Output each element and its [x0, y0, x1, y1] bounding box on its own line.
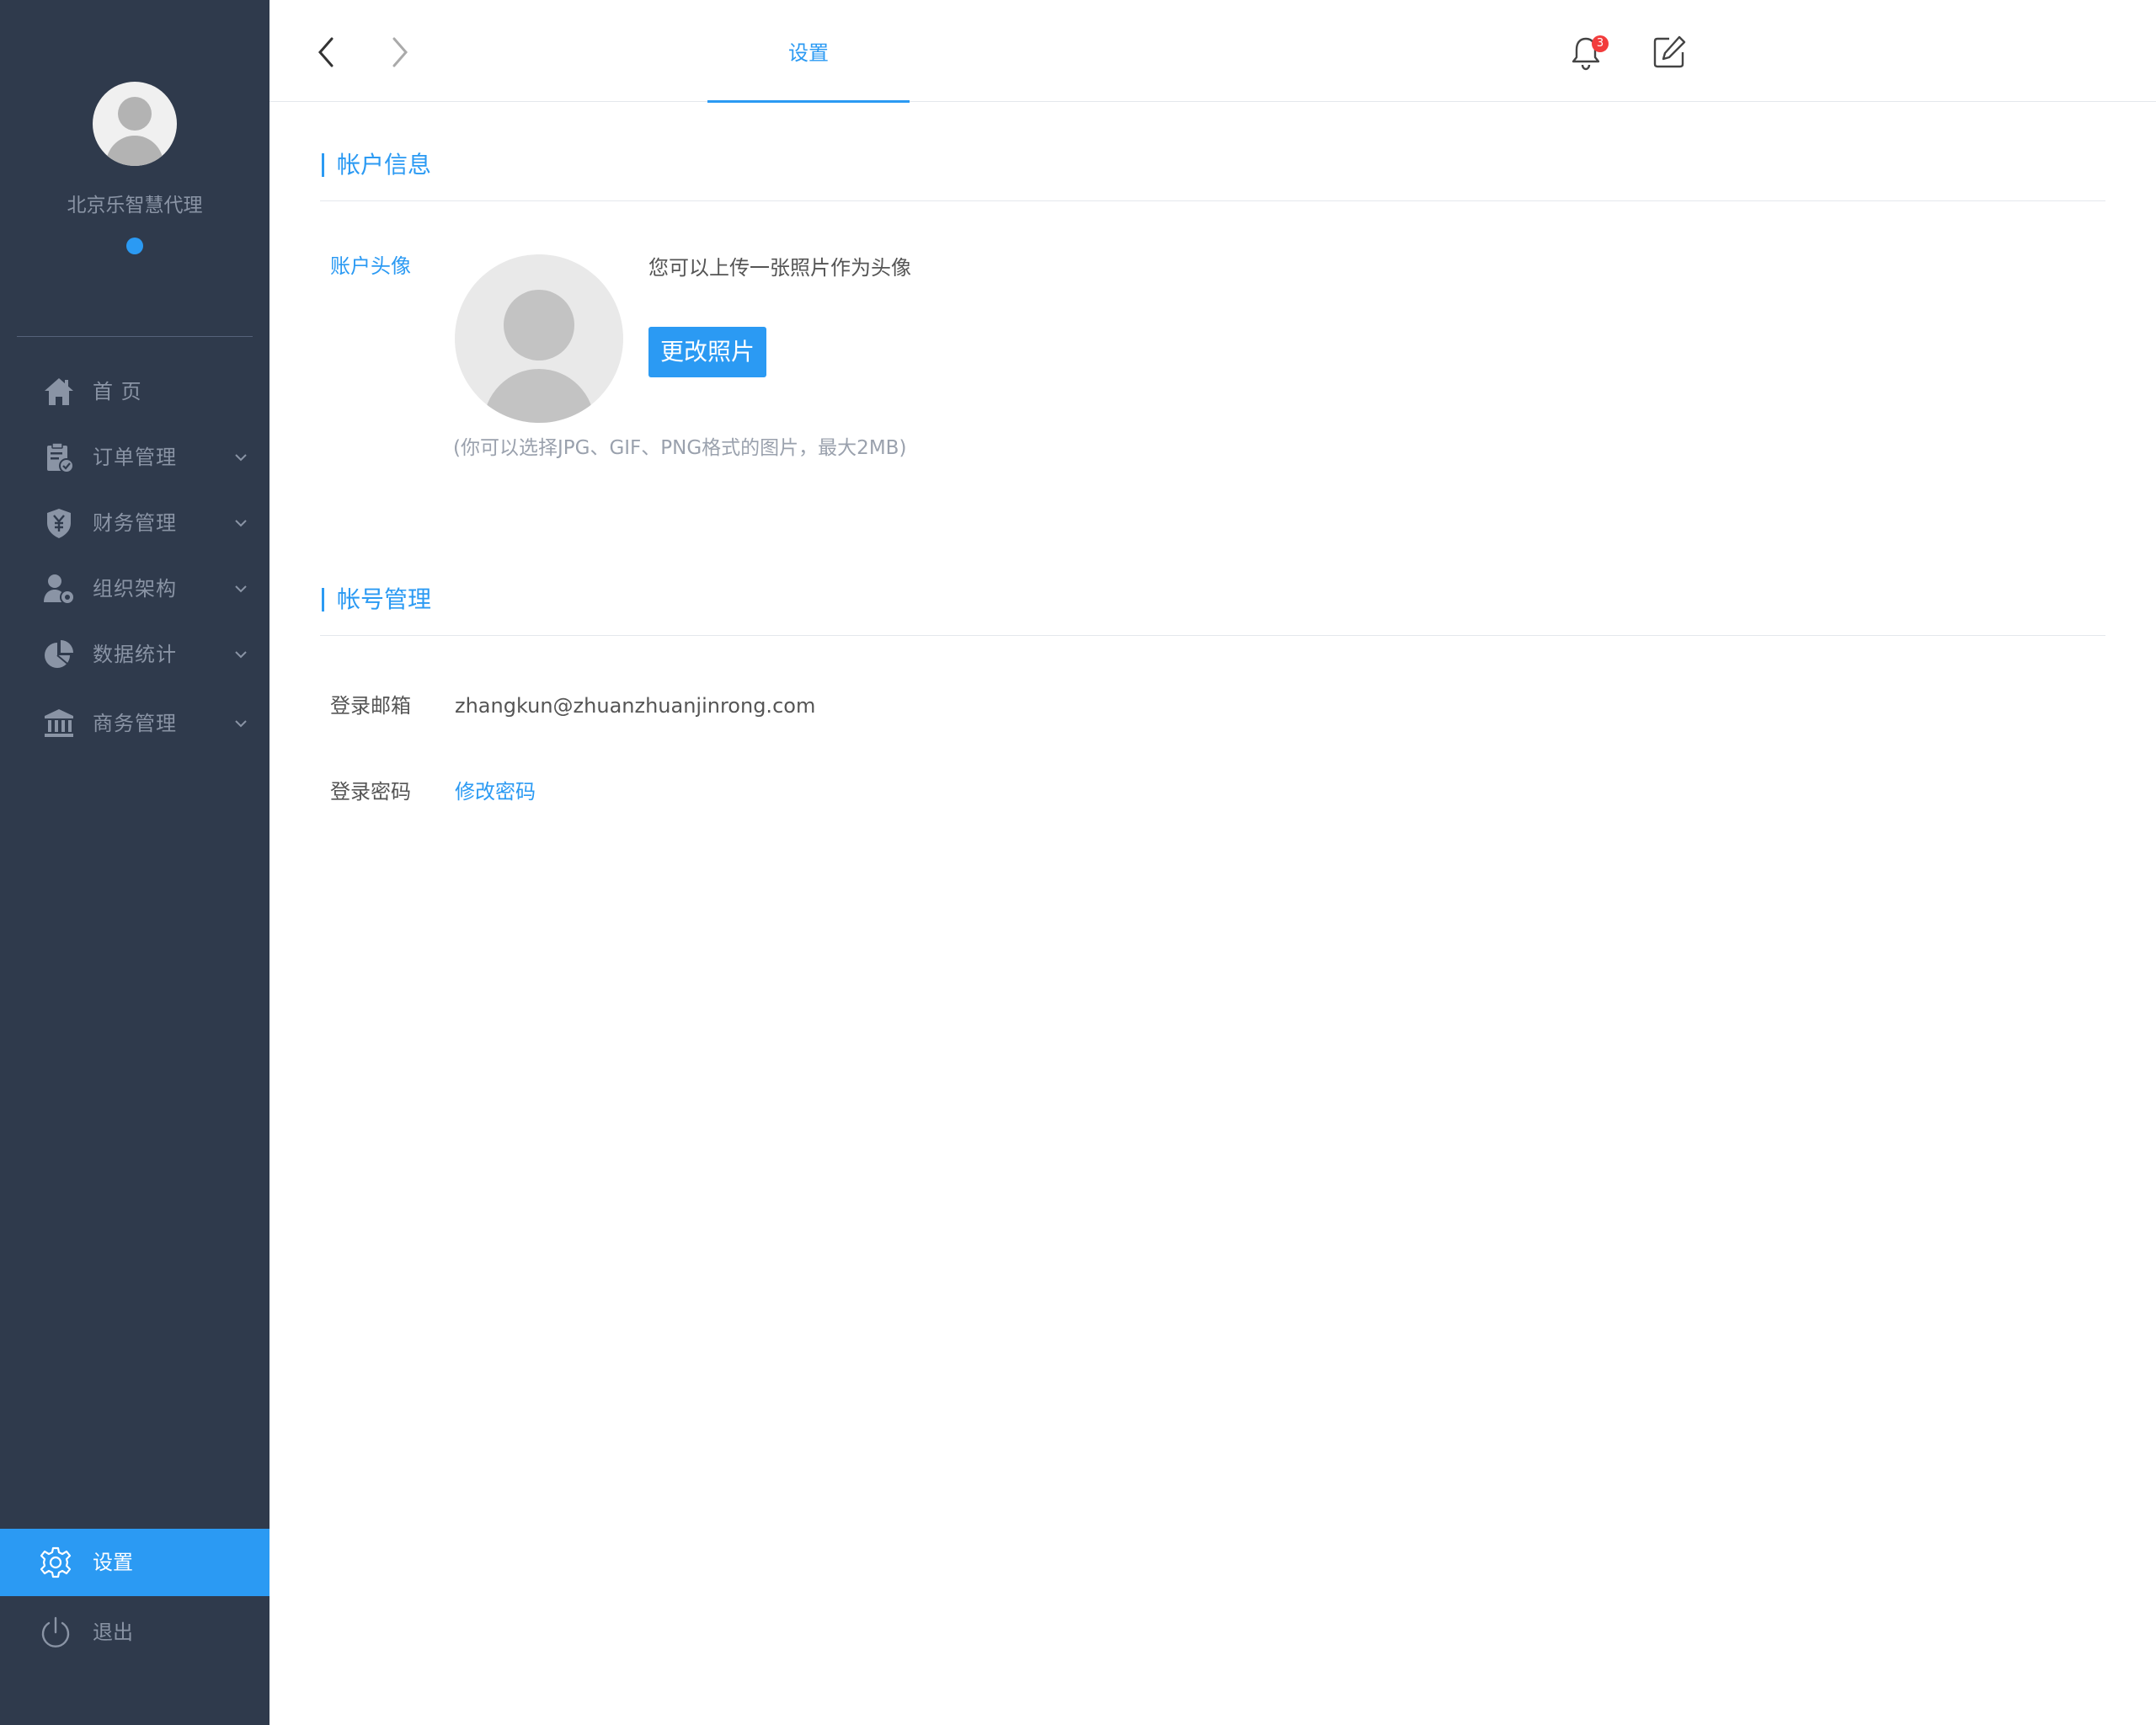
- email-value: zhangkun@zhuanzhuanjinrong.com: [455, 694, 816, 718]
- change-photo-button[interactable]: 更改照片: [648, 327, 766, 377]
- tab-label: 设置: [788, 41, 829, 65]
- gear-icon: [40, 1546, 72, 1578]
- sidebar-item-orders[interactable]: 订单管理: [0, 425, 270, 490]
- sidebar-item-label: 财务管理: [93, 511, 177, 535]
- profile-photo-head: [504, 290, 574, 360]
- avatar-head: [118, 97, 152, 131]
- sidebar-item-label: 组织架构: [93, 577, 177, 601]
- section-divider: [320, 200, 2105, 201]
- yuan-shield-icon: [47, 509, 71, 538]
- chevron-down-icon: [235, 454, 247, 462]
- bank-icon: [45, 709, 73, 737]
- tab-settings[interactable]: 设置: [707, 0, 910, 103]
- upload-hint: 您可以上传一张照片作为头像: [648, 256, 911, 280]
- sidebar-profile: 北京乐智慧代理: [0, 0, 270, 337]
- avatar[interactable]: [93, 82, 177, 166]
- sidebar-item-finance[interactable]: 财务管理: [0, 490, 270, 556]
- chevron-down-icon: [235, 720, 247, 728]
- user-gear-icon: [44, 574, 75, 605]
- back-arrow-icon[interactable]: [308, 34, 345, 71]
- sidebar-item-settings[interactable]: 设置: [0, 1529, 270, 1596]
- main-content: 帐户信息 账户头像 您可以上传一张照片作为头像 更改照片 (你可以选择JPG、G…: [270, 103, 2156, 1725]
- company-name: 北京乐智慧代理: [67, 195, 203, 216]
- sidebar-item-label: 退出: [93, 1621, 133, 1644]
- profile-photo: [455, 254, 623, 423]
- section-title-account-manage: 帐号管理: [322, 585, 431, 615]
- chevron-down-icon: [235, 520, 247, 527]
- email-field-label: 登录邮箱: [330, 694, 411, 718]
- avatar-body: [106, 136, 163, 166]
- sidebar-item-organization[interactable]: 组织架构: [0, 556, 270, 622]
- forward-arrow-icon[interactable]: [381, 34, 418, 71]
- edit-icon[interactable]: [1651, 34, 1688, 71]
- sidebar-item-label: 数据统计: [93, 643, 177, 666]
- online-status-dot: [126, 238, 143, 254]
- sidebar-item-logout[interactable]: 退出: [0, 1599, 270, 1666]
- top-bar: 设置 3: [270, 0, 2156, 103]
- notification-badge: 3: [1592, 35, 1609, 52]
- sidebar-item-label: 订单管理: [93, 446, 177, 469]
- chevron-down-icon: [235, 585, 247, 593]
- avatar-field-label: 账户头像: [330, 254, 411, 278]
- home-icon: [45, 378, 73, 405]
- sidebar-item-statistics[interactable]: 数据统计: [0, 622, 270, 687]
- password-field-label: 登录密码: [330, 780, 411, 804]
- section-divider: [320, 635, 2105, 636]
- sidebar-item-label: 设置: [93, 1551, 133, 1574]
- sidebar: 北京乐智慧代理 首 页 订单管理 财务管理 组织架构 数据统计 商务管理 设置 …: [0, 0, 270, 1725]
- chevron-down-icon: [235, 651, 247, 659]
- change-password-link[interactable]: 修改密码: [455, 777, 536, 807]
- sidebar-divider: [17, 336, 253, 337]
- power-icon: [41, 1616, 70, 1648]
- sidebar-item-home[interactable]: 首 页: [0, 359, 270, 425]
- format-hint: (你可以选择JPG、GIF、PNG格式的图片，最大2MB): [453, 437, 907, 459]
- pie-chart-icon: [45, 640, 73, 668]
- section-title-account-info: 帐户信息: [322, 150, 431, 180]
- clipboard-check-icon: [47, 442, 74, 473]
- sidebar-item-label: 商务管理: [93, 712, 177, 735]
- sidebar-item-business[interactable]: 商务管理: [0, 691, 270, 756]
- sidebar-item-label: 首 页: [93, 380, 142, 403]
- profile-photo-body: [483, 369, 595, 423]
